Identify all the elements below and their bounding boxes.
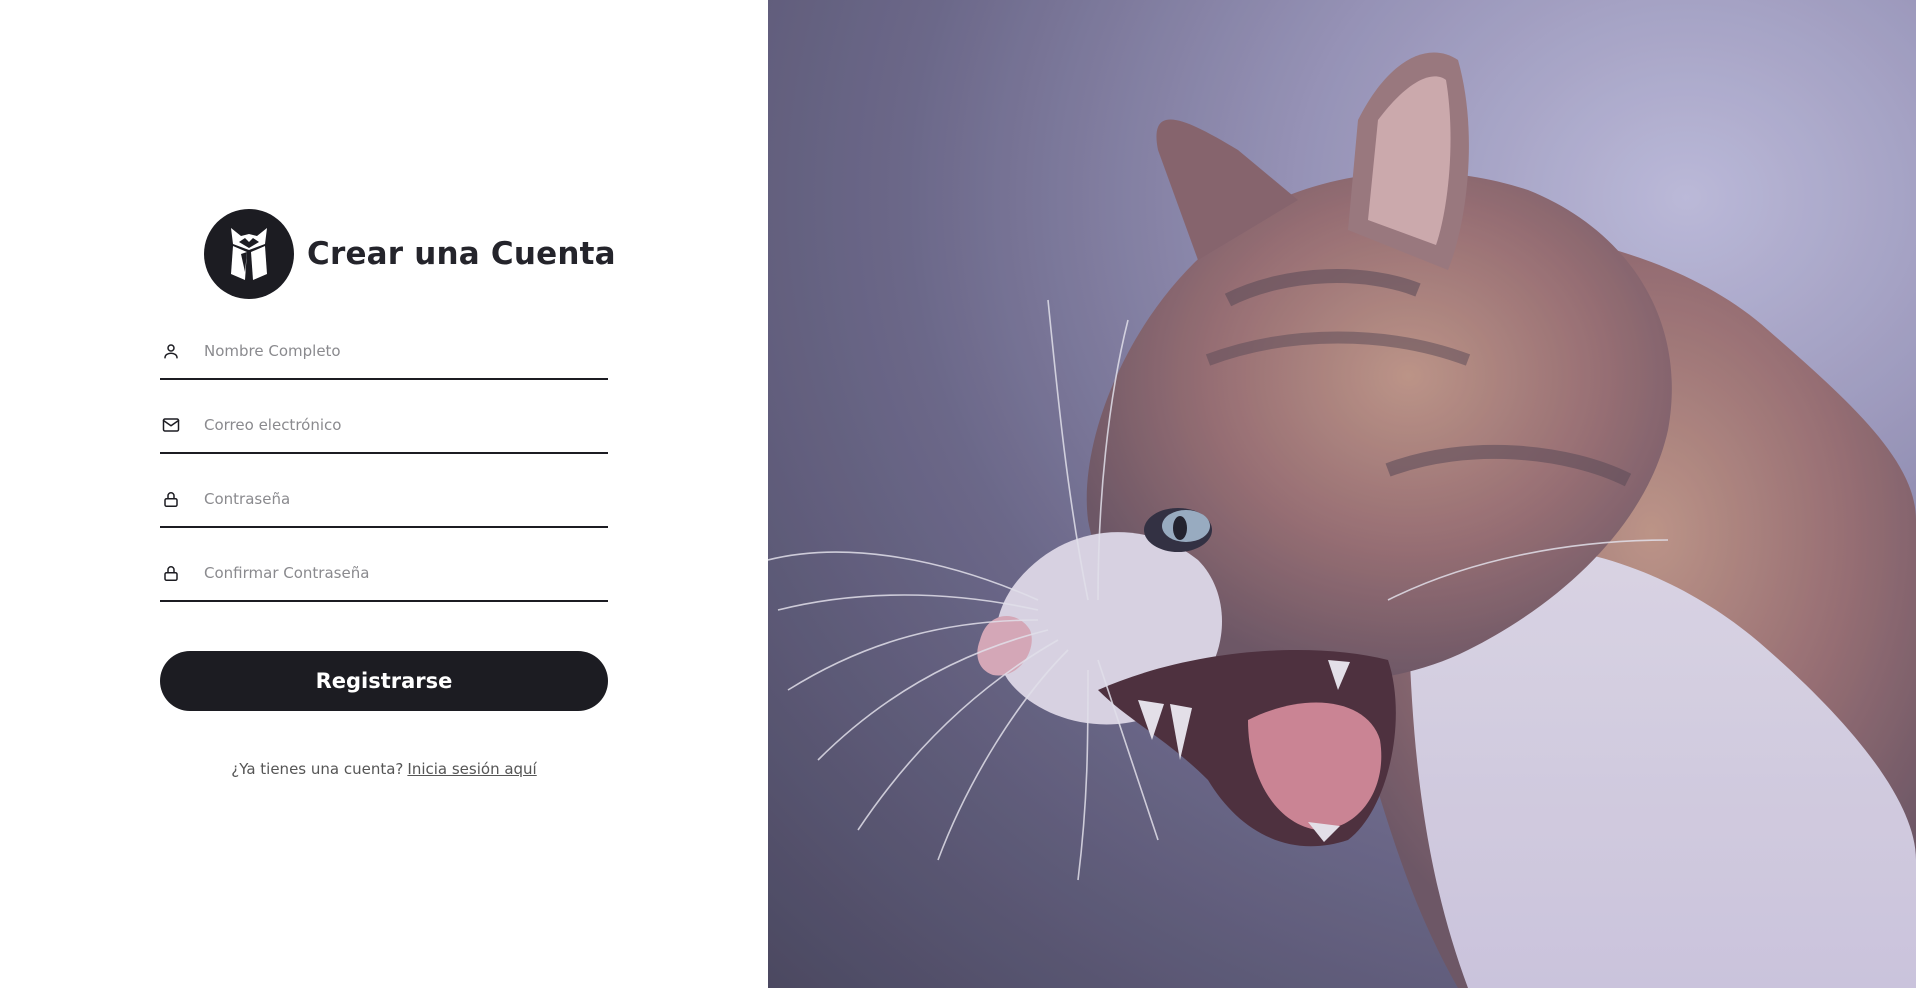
email-input[interactable] — [204, 416, 584, 434]
fox-logo-icon — [204, 209, 294, 299]
login-link[interactable]: Inicia sesión aquí — [407, 760, 536, 778]
full-name-field[interactable] — [160, 324, 608, 380]
hero-image — [768, 0, 1916, 988]
form-panel: Crear una Cuenta Nombre Completo Correo … — [0, 0, 768, 988]
password-input[interactable] — [204, 490, 584, 508]
confirm-password-field[interactable] — [160, 546, 608, 602]
lock-icon — [160, 562, 182, 584]
page-title: Crear una Cuenta — [307, 236, 616, 272]
cat-hissing-photo — [768, 0, 1916, 988]
confirm-password-input[interactable] — [204, 564, 584, 582]
login-prompt: ¿Ya tienes una cuenta? Inicia sesión aquí — [160, 760, 608, 778]
password-field[interactable] — [160, 472, 608, 528]
register-button[interactable]: Registrarse — [160, 651, 608, 711]
login-prompt-text: ¿Ya tienes una cuenta? — [231, 760, 404, 778]
user-icon — [160, 340, 182, 362]
brand-header: Crear una Cuenta — [204, 208, 616, 300]
email-field[interactable] — [160, 398, 608, 454]
mail-icon — [160, 414, 182, 436]
lock-icon — [160, 488, 182, 510]
full-name-input[interactable] — [204, 342, 584, 360]
